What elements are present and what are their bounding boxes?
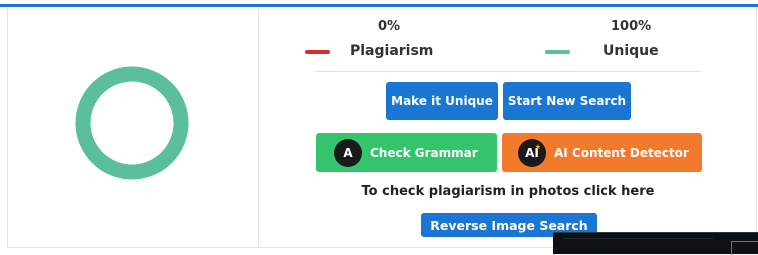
plagiarism-label: Plagiarism — [350, 43, 434, 59]
result-donut-chart — [75, 66, 189, 180]
dark-panel-line — [563, 238, 713, 239]
unique-legend-swatch — [545, 50, 570, 54]
check-grammar-label: Check Grammar — [370, 145, 478, 160]
plagiarism-percent: 0% — [378, 19, 401, 34]
ai-content-detector-label: AI Content Detector — [554, 145, 689, 160]
grammar-icon: A — [334, 138, 362, 167]
donut-unique-segment — [75, 66, 189, 180]
unique-label: Unique — [603, 43, 659, 59]
check-grammar-button[interactable]: A Check Grammar — [316, 133, 497, 172]
unique-percent: 100% — [611, 19, 652, 34]
ai-content-detector-button[interactable]: AI ★ AI Content Detector — [502, 133, 702, 172]
overlapping-dark-panel — [553, 232, 758, 255]
make-unique-button[interactable]: Make it Unique — [386, 82, 498, 120]
start-new-search-button[interactable]: Start New Search — [503, 82, 631, 120]
grammar-icon-glyph: A — [343, 145, 353, 160]
photo-plagiarism-prompt: To check plagiarism in photos click here — [361, 184, 655, 199]
plagiarism-legend-swatch — [305, 50, 330, 54]
column-divider — [258, 8, 259, 248]
legend-divider — [315, 71, 701, 72]
sparkle-icon: ★ — [534, 142, 541, 151]
ai-icon: AI ★ — [518, 138, 546, 167]
